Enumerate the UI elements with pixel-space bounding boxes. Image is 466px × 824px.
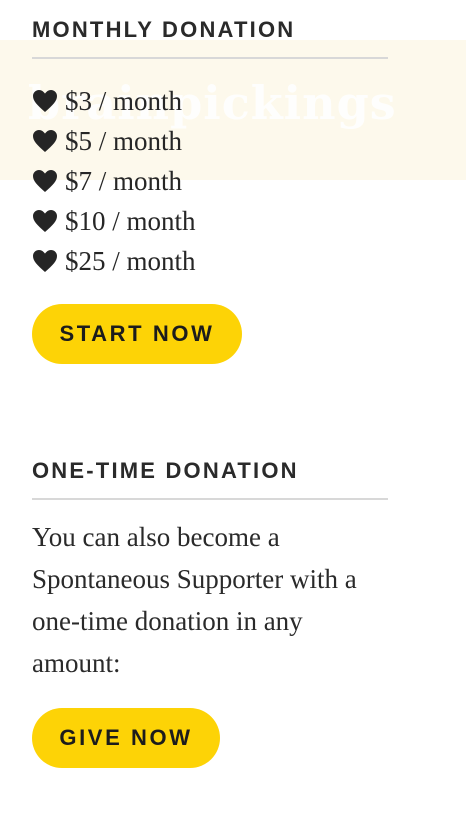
tier-option-5[interactable]: $5 / month xyxy=(32,121,388,161)
heart-icon xyxy=(32,169,58,193)
give-now-button[interactable]: GIVE NOW xyxy=(32,708,220,768)
tier-label: $5 / month xyxy=(65,125,183,156)
tier-option-10[interactable]: $10 / month xyxy=(32,201,388,241)
tier-option-7[interactable]: $7 / month xyxy=(32,161,388,201)
tier-option-3[interactable]: $3 / month xyxy=(32,81,388,121)
tier-label: $3 / month xyxy=(65,85,183,116)
one-time-donation-heading: ONE-TIME DONATION xyxy=(32,458,299,483)
one-time-donation-section: ONE-TIME DONATION You can also become a … xyxy=(32,458,388,768)
heart-icon xyxy=(32,249,58,273)
monthly-donation-heading: MONTHLY DONATION xyxy=(32,17,296,42)
heart-icon xyxy=(32,209,58,233)
heart-icon xyxy=(32,89,58,113)
tier-label: $7 / month xyxy=(65,165,183,196)
tier-label: $10 / month xyxy=(65,205,196,236)
one-time-description: You can also become a Spontaneous Suppor… xyxy=(32,522,357,678)
donation-page: brainpickings MONTHLY DONATION $3 / mont… xyxy=(0,0,466,824)
tier-label: $25 / month xyxy=(65,245,196,276)
heart-icon xyxy=(32,129,58,153)
start-now-button[interactable]: START NOW xyxy=(32,304,242,364)
tier-option-25[interactable]: $25 / month xyxy=(32,241,388,281)
monthly-donation-section: MONTHLY DONATION $3 / month $5 / month $… xyxy=(32,17,388,364)
monthly-tier-list: $3 / month $5 / month $7 / month $10 / m… xyxy=(32,81,388,281)
one-time-divider xyxy=(32,498,388,500)
monthly-divider xyxy=(32,57,388,59)
